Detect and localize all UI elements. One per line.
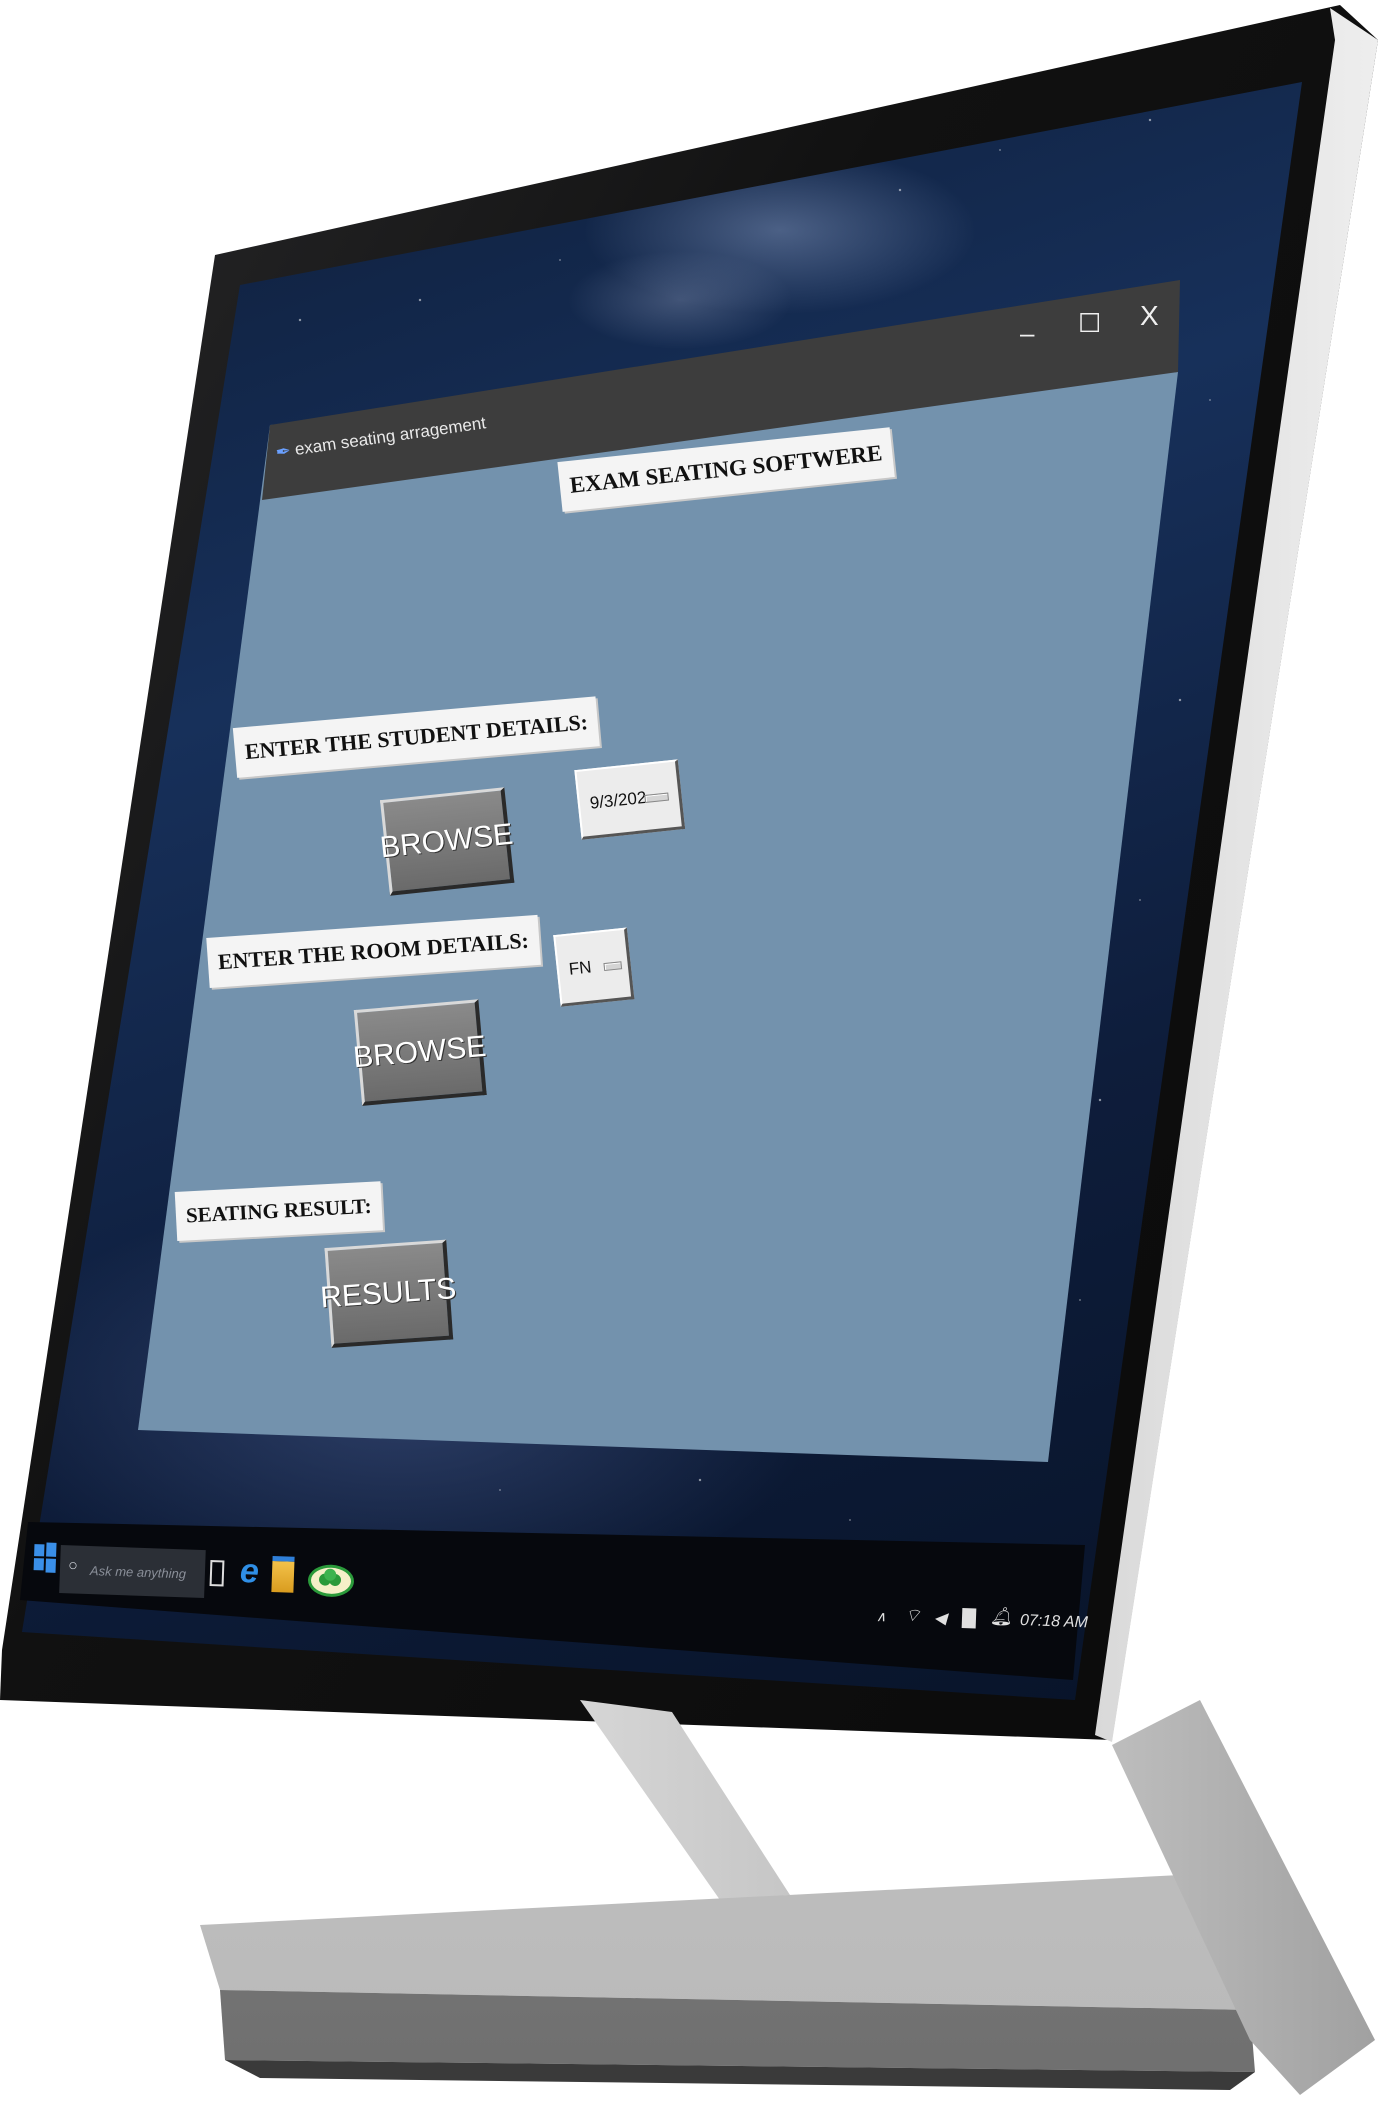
date-select[interactable]: 9/3/202 — [574, 759, 686, 840]
maximize-button[interactable]: ☐ — [1078, 308, 1101, 339]
notification-icon[interactable]: 🔔︎ — [990, 1606, 1014, 1628]
dropdown-indicator-icon — [603, 960, 623, 971]
search-placeholder: Ask me anything — [89, 1562, 187, 1581]
windows-start-icon[interactable] — [31, 1538, 58, 1579]
task-view-icon[interactable] — [209, 1560, 225, 1587]
wifi-icon[interactable]: ⌔ — [904, 1604, 922, 1628]
student-browse-button[interactable]: BROWSE — [379, 787, 515, 896]
volume-icon[interactable]: ◀ — [934, 1608, 947, 1628]
date-select-value: 9/3/202 — [588, 787, 648, 813]
room-browse-button[interactable]: BROWSE — [352, 999, 488, 1106]
session-select-value: FN — [567, 956, 593, 979]
minimize-button[interactable]: – — [1020, 318, 1034, 349]
results-button[interactable]: RESULTS — [319, 1239, 457, 1348]
session-select[interactable]: FN — [553, 927, 635, 1007]
taskbar-clock[interactable]: 07:18 AM — [1020, 1612, 1088, 1632]
chevron-up-icon[interactable]: ∧ — [876, 1608, 887, 1625]
edge-icon[interactable]: e — [239, 1552, 259, 1592]
cortana-icon: ○ — [67, 1557, 79, 1575]
battery-icon[interactable] — [961, 1608, 977, 1629]
close-button[interactable]: X — [1140, 300, 1159, 332]
file-explorer-icon[interactable] — [271, 1556, 295, 1593]
taskbar-search-box[interactable]: ○ Ask me anything — [59, 1545, 206, 1599]
app-feather-icon: ✒ — [274, 440, 293, 463]
app-logo-icon[interactable] — [307, 1564, 355, 1598]
dropdown-indicator-icon — [644, 792, 669, 803]
